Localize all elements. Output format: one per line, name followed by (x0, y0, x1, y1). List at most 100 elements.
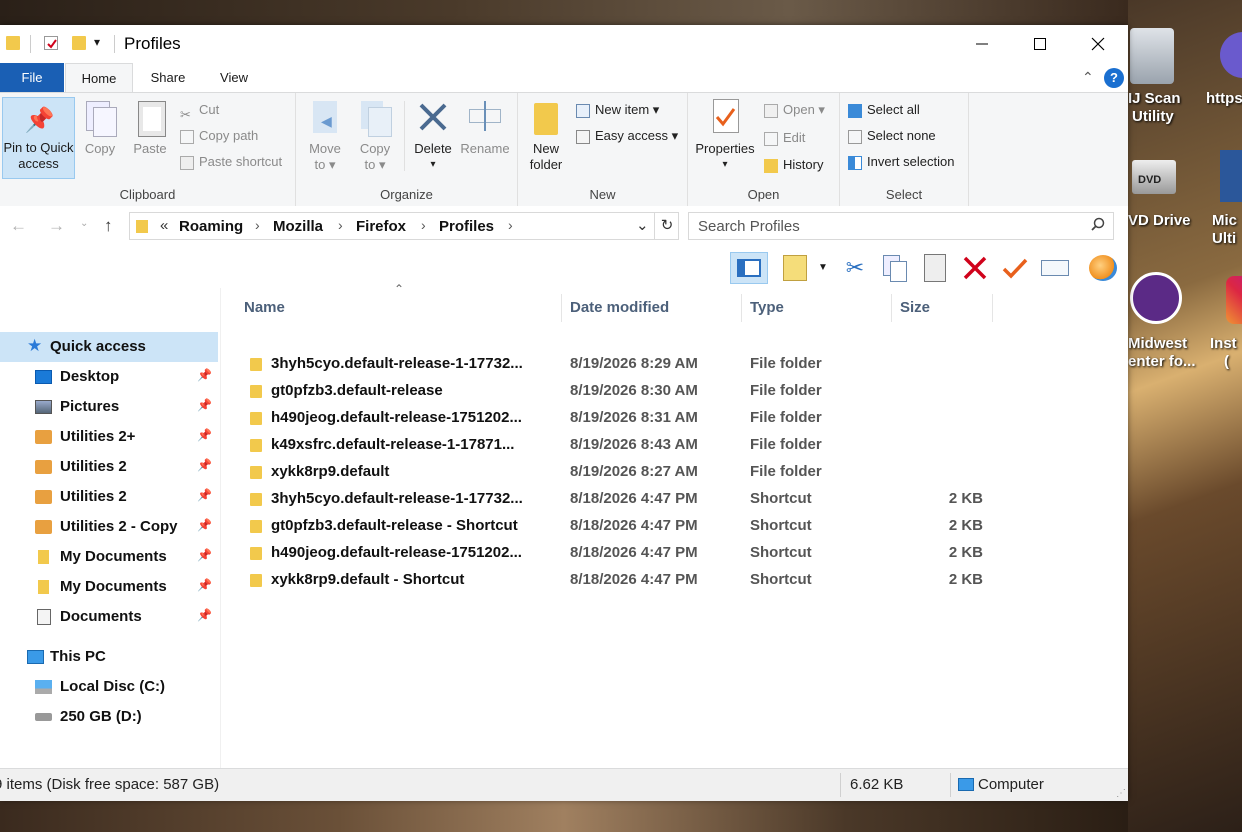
select-none-button[interactable]: Select none (848, 125, 936, 147)
resize-grip-icon[interactable]: ⋰ (1116, 788, 1126, 799)
tab-file[interactable]: File (0, 63, 64, 92)
midwest-app-icon[interactable] (1130, 272, 1182, 324)
desktop-label-midwest[interactable]: Midwest (1128, 335, 1187, 352)
new-folder-button[interactable]: New folder (526, 97, 566, 173)
copy-tool-icon[interactable] (878, 252, 912, 284)
invert-selection-button[interactable]: Invert selection (848, 151, 954, 173)
cut-button[interactable]: ✂ Cut (180, 99, 219, 122)
nav-quick-access[interactable]: ★ Quick access (0, 332, 218, 362)
preview-pane-icon[interactable] (730, 252, 768, 284)
desktop-label-ulti[interactable]: Ulti (1212, 230, 1236, 247)
file-row[interactable]: gt0pfzb3.default-release 8/19/2026 8:30 … (242, 378, 1122, 405)
breadcrumb-separator-icon[interactable]: › (338, 217, 343, 233)
delete-dropdown-icon[interactable]: ▾ (410, 157, 456, 173)
paste-shortcut-button[interactable]: Paste shortcut (180, 151, 282, 173)
nav-item-utilities-2-copy[interactable]: Utilities 2 - Copy 📌 (0, 512, 218, 542)
desktop-label-ij-scan[interactable]: IJ Scan (1128, 90, 1181, 107)
desktop-label-https[interactable]: https (1206, 90, 1242, 107)
column-header-name[interactable]: Name (244, 294, 562, 322)
nav-drive-c[interactable]: Local Disc (C:) (0, 672, 218, 702)
file-row[interactable]: h490jeog.default-release-1751202... 8/18… (242, 540, 1122, 567)
easy-access-button[interactable]: Easy access ▾ (576, 125, 678, 147)
notes-icon[interactable] (778, 252, 812, 284)
file-row[interactable]: 3hyh5cyo.default-release-1-17732... 8/19… (242, 351, 1122, 378)
maximize-button[interactable] (1011, 25, 1069, 63)
edit-button[interactable]: Edit (764, 127, 805, 149)
desktop-label-dvd-drive[interactable]: VD Drive (1128, 212, 1191, 229)
breadcrumb-separator-icon[interactable]: › (255, 217, 260, 233)
copy-to-button[interactable]: Copy to ▾ (354, 97, 396, 173)
paste-tool-icon[interactable] (918, 252, 952, 284)
delete-button[interactable]: Delete ▾ (410, 97, 456, 173)
new-folder-qat-icon[interactable] (72, 36, 86, 50)
rename-tool-icon[interactable] (1038, 252, 1072, 284)
address-dropdown-icon[interactable]: ⌄ (636, 216, 649, 234)
tab-share[interactable]: Share (140, 63, 196, 92)
properties-check-icon[interactable] (44, 36, 58, 50)
pin-icon[interactable]: 📌 (197, 608, 212, 622)
file-row[interactable]: k49xsfrc.default-release-1-17871... 8/19… (242, 432, 1122, 459)
close-button[interactable] (1069, 25, 1127, 63)
nav-item-documents[interactable]: Documents 📌 (0, 602, 218, 632)
nav-item-utilities-2-a[interactable]: Utilities 2 📌 (0, 452, 218, 482)
desktop-label-utility[interactable]: Utility (1132, 108, 1174, 125)
search-input[interactable]: Search Profiles (698, 218, 800, 235)
nav-drive-d[interactable]: 250 GB (D:) (0, 702, 218, 732)
search-box[interactable]: Search Profiles (688, 212, 1114, 240)
history-button[interactable]: History (764, 154, 823, 176)
word-app-icon[interactable] (1220, 150, 1242, 202)
pin-icon[interactable]: 📌 (197, 398, 212, 412)
file-row[interactable]: h490jeog.default-release-1751202... 8/19… (242, 405, 1122, 432)
breadcrumb-mozilla[interactable]: Mozilla (273, 218, 323, 235)
breadcrumb-firefox[interactable]: Firefox (356, 218, 406, 235)
column-header-date[interactable]: Date modified (570, 294, 742, 322)
pin-icon[interactable]: 📌 (197, 488, 212, 502)
pin-icon[interactable]: 📌 (197, 368, 212, 382)
move-to-button[interactable]: ◀ Move to ▾ (304, 97, 346, 173)
nav-item-my-documents-a[interactable]: My Documents 📌 (0, 542, 218, 572)
file-row[interactable]: xykk8rp9.default - Shortcut 8/18/2026 4:… (242, 567, 1122, 594)
minimize-button[interactable] (953, 25, 1011, 63)
nav-item-my-documents-b[interactable]: My Documents 📌 (0, 572, 218, 602)
pin-icon[interactable]: 📌 (197, 458, 212, 472)
select-all-button[interactable]: Select all (848, 99, 920, 121)
scanner-icon[interactable] (1130, 28, 1174, 84)
pin-icon[interactable]: 📌 (197, 578, 212, 592)
open-button[interactable]: Open ▾ (764, 99, 825, 121)
cut-tool-icon[interactable]: ✂ (838, 252, 872, 284)
properties-button[interactable]: Properties ▾ (694, 97, 756, 173)
file-row[interactable]: gt0pfzb3.default-release - Shortcut 8/18… (242, 513, 1122, 540)
column-header-type[interactable]: Type (750, 294, 892, 322)
link-icon[interactable] (1220, 32, 1242, 78)
instagram-app-icon[interactable] (1226, 276, 1242, 324)
qat-dropdown-icon[interactable]: ▾ (94, 35, 100, 49)
copy-button[interactable]: Copy (80, 97, 120, 157)
breadcrumb-roaming[interactable]: Roaming (179, 218, 243, 235)
checkmark-tool-icon[interactable] (998, 252, 1032, 284)
back-arrow-icon[interactable]: ← (10, 216, 27, 236)
pin-icon[interactable]: 📌 (197, 428, 212, 442)
nav-item-pictures[interactable]: Pictures 📌 (0, 392, 218, 422)
delete-tool-icon[interactable] (958, 252, 992, 284)
address-bar[interactable]: « Roaming › Mozilla › Firefox › Profiles… (129, 212, 679, 240)
shell-tool-icon[interactable] (1086, 252, 1120, 284)
paste-button[interactable]: Paste (128, 97, 172, 157)
copy-path-button[interactable]: Copy path (180, 125, 258, 147)
refresh-icon[interactable]: ↻ (654, 213, 679, 239)
notes-dropdown-icon[interactable]: ▼ (818, 262, 828, 273)
up-arrow-icon[interactable]: ↑ (104, 216, 113, 236)
help-icon[interactable]: ? (1104, 68, 1124, 88)
nav-item-utilities-2-b[interactable]: Utilities 2 📌 (0, 482, 218, 512)
breadcrumb-separator-icon[interactable]: › (508, 217, 513, 233)
rename-button[interactable]: Rename (460, 97, 510, 157)
properties-dropdown-icon[interactable]: ▾ (694, 157, 756, 173)
file-row[interactable]: 3hyh5cyo.default-release-1-17732... 8/18… (242, 486, 1122, 513)
tab-view[interactable]: View (206, 63, 262, 92)
desktop-label-center[interactable]: enter fo... (1128, 353, 1196, 370)
pin-to-quick-access-button[interactable]: 📌 Pin to Quick access (2, 97, 75, 179)
pin-icon[interactable]: 📌 (197, 518, 212, 532)
file-row[interactable]: xykk8rp9.default 8/19/2026 8:27 AM File … (242, 459, 1122, 486)
nav-this-pc[interactable]: This PC (0, 642, 218, 672)
breadcrumb-profiles[interactable]: Profiles (439, 218, 494, 235)
desktop-label-inst[interactable]: Inst (1210, 335, 1237, 352)
